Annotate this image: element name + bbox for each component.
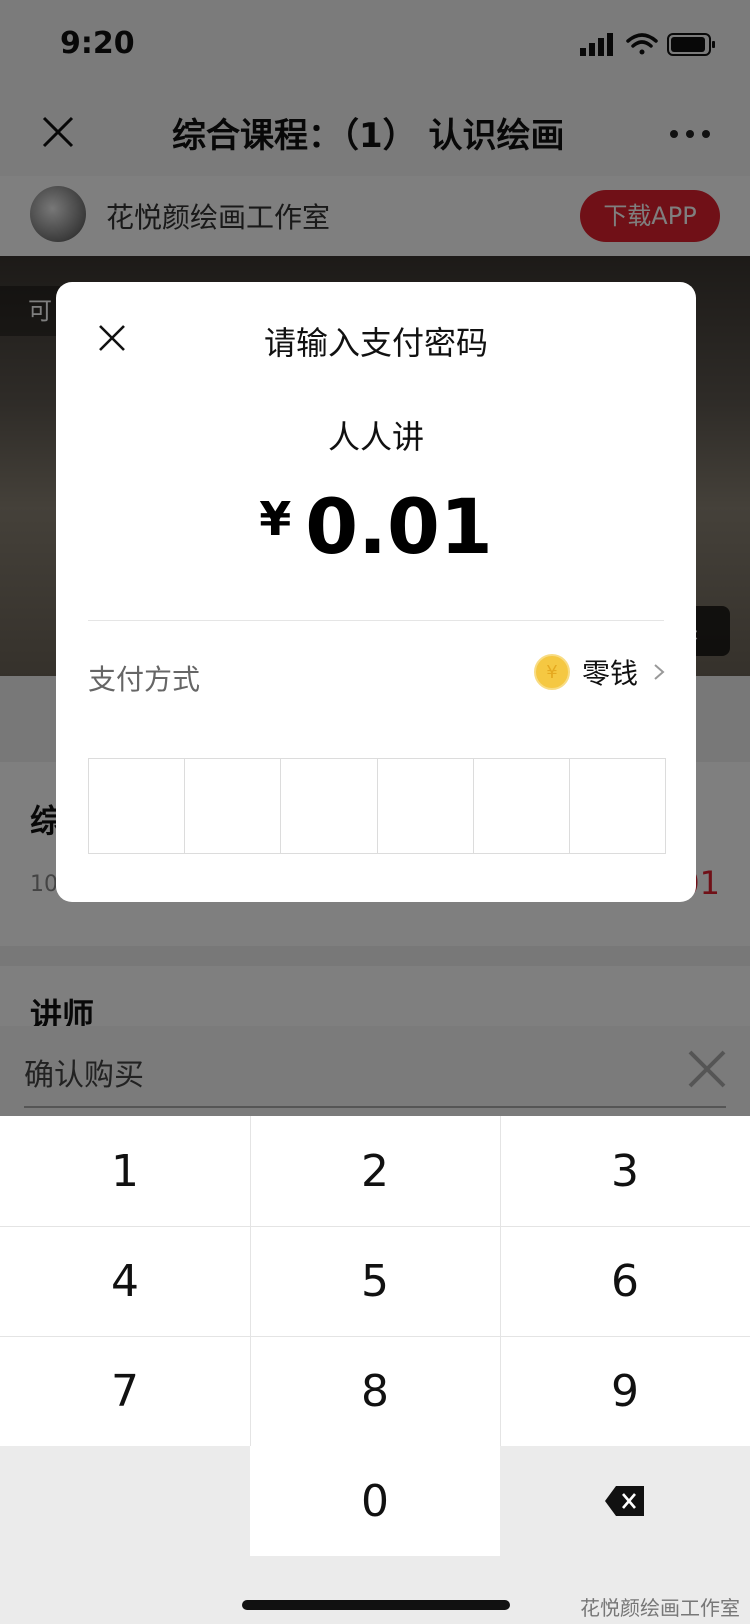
watermark: 花悦颜绘画工作室 — [580, 1596, 740, 1620]
backspace-icon — [605, 1486, 644, 1516]
pin-box — [281, 759, 378, 853]
key-4[interactable]: 4 — [0, 1226, 250, 1336]
key-5[interactable]: 5 — [250, 1226, 500, 1336]
dialog-title: 请输入支付密码 — [263, 324, 488, 362]
coin-icon: ¥ — [533, 654, 570, 690]
key-7[interactable]: 7 — [0, 1336, 250, 1446]
divider — [250, 1116, 251, 1446]
confirm-purchase-label: 确认购买 — [24, 1058, 144, 1093]
divider — [24, 1106, 726, 1108]
divider — [500, 1116, 501, 1446]
pin-box — [378, 759, 474, 853]
payment-dialog: 请输入支付密码 人人讲 ¥0.01 支付方式 ¥ 零钱 — [56, 282, 696, 902]
pin-box — [89, 759, 186, 853]
divider — [0, 1226, 750, 1227]
key-1[interactable]: 1 — [0, 1116, 250, 1226]
payment-method-name: 零钱 — [581, 657, 638, 690]
pin-box — [474, 759, 570, 853]
key-9[interactable]: 9 — [500, 1336, 750, 1446]
key-0[interactable]: 0 — [250, 1446, 500, 1556]
divider — [88, 620, 664, 621]
payment-method-label: 支付方式 — [88, 663, 201, 696]
pin-box — [570, 759, 665, 853]
close-icon[interactable] — [686, 1048, 728, 1090]
currency-symbol: ¥ — [259, 492, 292, 546]
divider — [0, 1336, 750, 1337]
pin-box — [185, 759, 282, 853]
key-8[interactable]: 8 — [250, 1336, 500, 1446]
key-3[interactable]: 3 — [500, 1116, 750, 1226]
payment-amount: ¥0.01 — [56, 482, 696, 571]
key-blank — [0, 1446, 250, 1556]
amount-value: 0.01 — [305, 482, 493, 571]
key-2[interactable]: 2 — [250, 1116, 500, 1226]
confirm-bar: 确认购买 — [0, 1026, 750, 1116]
home-indicator — [242, 1600, 510, 1610]
key-6[interactable]: 6 — [500, 1226, 750, 1336]
numeric-keypad: 1 2 3 4 5 6 7 8 9 0 — [0, 1116, 750, 1624]
chevron-right-icon — [654, 664, 665, 680]
password-input[interactable] — [88, 758, 666, 854]
merchant-name: 人人讲 — [327, 418, 424, 456]
delete-key[interactable] — [500, 1446, 750, 1556]
payment-method-selector[interactable]: ¥ 零钱 — [533, 652, 666, 692]
